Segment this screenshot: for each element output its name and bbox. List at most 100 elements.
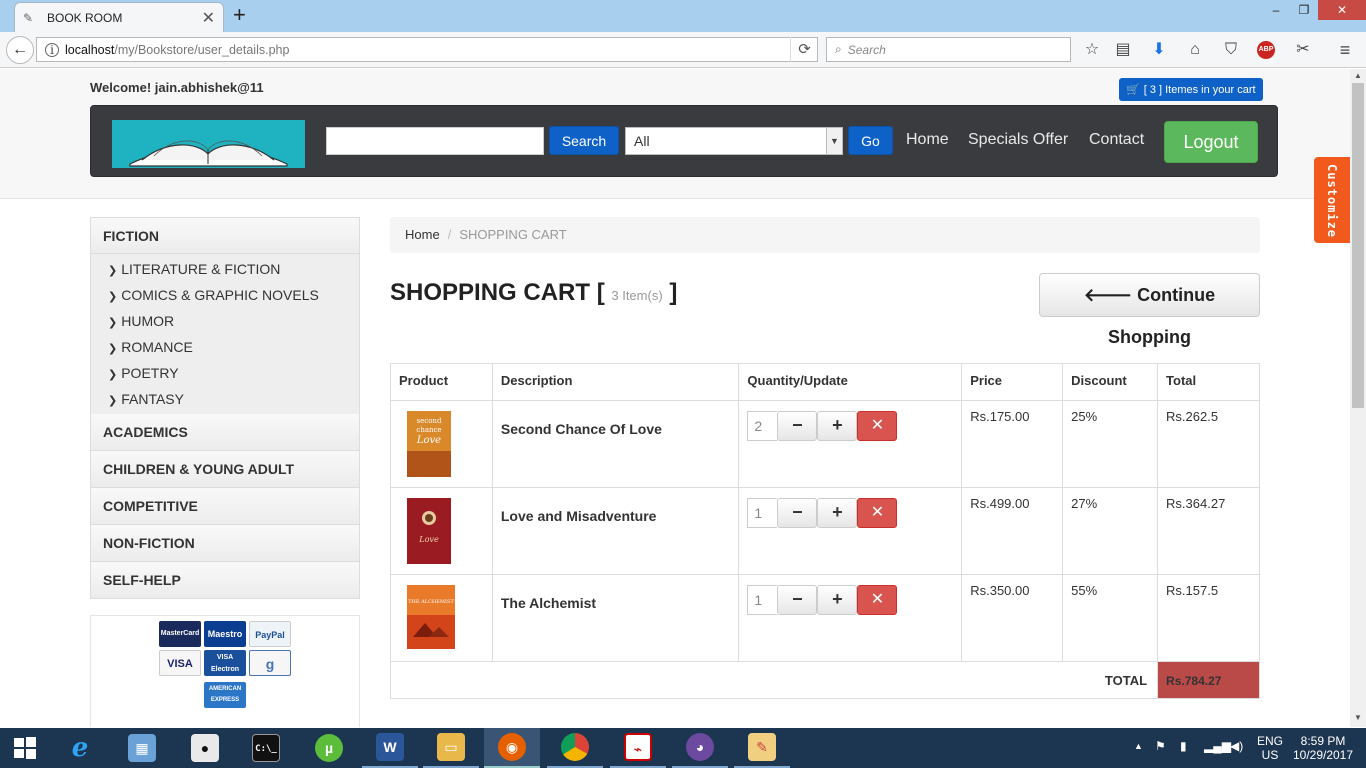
pocket-icon[interactable]: ⛉ (1220, 40, 1242, 60)
control-panel-icon[interactable]: ▦ (114, 728, 170, 768)
close-window-icon[interactable]: ✕ (1318, 0, 1366, 20)
acrobat-reader-icon[interactable]: ⌁ (610, 728, 666, 768)
category-select[interactable]: All ▼ (625, 127, 843, 155)
browser-tab[interactable]: ✎ BOOK ROOM ✕ (14, 2, 224, 32)
new-tab-icon[interactable]: + (233, 4, 246, 26)
product-cell: Love (390, 487, 493, 575)
show-hidden-icons-icon[interactable]: ▲ (1134, 741, 1143, 768)
bookmark-star-icon[interactable]: ☆ (1081, 40, 1103, 60)
payment-methods-panel: MasterCard Maestro PayPal VISA VISA Elec… (90, 615, 360, 727)
decrease-quantity-button[interactable]: − (777, 498, 818, 528)
customize-label: Customize (1325, 164, 1339, 239)
quantity-input[interactable]: 1 (747, 498, 778, 528)
book-cover-image[interactable]: Love (407, 498, 451, 564)
search-placeholder: Search (847, 42, 886, 57)
internet-explorer-icon[interactable]: e (52, 728, 108, 768)
search-button[interactable]: Search (549, 126, 619, 155)
site-info-icon[interactable]: i (45, 42, 59, 57)
subcategory-romance[interactable]: ❯ ROMANCE (91, 334, 359, 360)
category-fiction[interactable]: FICTION (90, 217, 360, 254)
subcategory-poetry[interactable]: ❯ POETRY (91, 360, 359, 386)
product-cell: second chance Love (390, 400, 493, 488)
site-search-input[interactable] (326, 127, 544, 155)
reload-icon[interactable]: ⟳ (790, 37, 818, 62)
category-competitive[interactable]: COMPETITIVE (90, 488, 360, 525)
book-cover-image[interactable]: second chance Love (407, 411, 451, 477)
remove-item-button[interactable]: ✕ (857, 498, 898, 528)
scroll-up-arrow-icon[interactable]: ▲ (1350, 71, 1366, 80)
logout-button[interactable]: Logout (1164, 121, 1258, 163)
cart-items-label: [ 3 ] Itemes in your cart (1143, 83, 1256, 96)
chevron-down-icon: ▼ (826, 128, 842, 154)
breadcrumb-separator: / (447, 227, 452, 242)
browser-search-input[interactable]: ⌕ Search (826, 37, 1071, 62)
minimize-window-icon[interactable]: – (1262, 0, 1290, 20)
subcategory-literature-fiction[interactable]: ❯ LITERATURE & FICTION (91, 256, 359, 282)
subcategory-fantasy[interactable]: ❯ FANTASY (91, 386, 359, 412)
nav-home-link[interactable]: Home (906, 131, 949, 149)
system-clock[interactable]: 8:59 PM 10/29/2017 (1290, 734, 1356, 768)
increase-quantity-button[interactable]: + (817, 411, 858, 441)
utorrent-icon[interactable]: µ (301, 728, 357, 768)
page-title: SHOPPING CART [ 3 Item(s) ] (390, 279, 677, 307)
scroll-down-arrow-icon[interactable]: ▼ (1350, 713, 1366, 722)
remove-item-button[interactable]: ✕ (857, 411, 898, 441)
reading-list-icon[interactable]: ▤ (1112, 40, 1134, 60)
close-tab-icon[interactable]: ✕ (202, 8, 215, 28)
address-bar[interactable]: i localhost /my/Bookstore/user_details.p… (36, 37, 818, 62)
product-title[interactable]: Second Chance Of Love (491, 400, 740, 488)
table-row: THE ALCHEMIST The Alchemist 1 − + ✕ Rs.3… (390, 574, 1260, 662)
cat-app-icon[interactable]: ◕ (672, 728, 728, 768)
page-scrollbar[interactable]: ▲ ▼ (1350, 69, 1366, 727)
screenshot-tool-icon[interactable]: ✂ (1292, 40, 1314, 60)
title-bracket-close: ] (669, 279, 678, 306)
decrease-quantity-button[interactable]: − (777, 585, 818, 615)
category-academics[interactable]: ACADEMICS (90, 414, 360, 451)
cart-item-count: 3 Item(s) (611, 288, 663, 303)
microsoft-word-icon[interactable]: W (362, 728, 418, 768)
maximize-window-icon[interactable]: ❐ (1290, 0, 1318, 20)
back-arrow-icon[interactable]: ← (6, 36, 34, 64)
command-prompt-icon[interactable]: C:\_ (238, 728, 294, 768)
chrome-icon[interactable] (547, 728, 603, 768)
input-language-indicator[interactable]: ENG US (1257, 734, 1283, 768)
book-room-logo[interactable] (112, 120, 305, 168)
category-children-young-adult[interactable]: CHILDREN & YOUNG ADULT (90, 451, 360, 488)
breadcrumb-home-link[interactable]: Home (405, 227, 440, 242)
increase-quantity-button[interactable]: + (817, 585, 858, 615)
subcategory-comics-graphic-novels[interactable]: ❯ COMICS & GRAPHIC NOVELS (91, 282, 359, 308)
go-button[interactable]: Go (848, 126, 893, 155)
cart-items-button[interactable]: 🛒 [ 3 ] Itemes in your cart (1119, 78, 1263, 101)
quantity-input[interactable]: 2 (747, 411, 778, 441)
subcategory-humor[interactable]: ❯ HUMOR (91, 308, 359, 334)
paint-icon[interactable]: ✎ (734, 728, 790, 768)
continue-shopping-button[interactable]: 🡐 Continue Shopping (1039, 273, 1260, 347)
home-icon[interactable]: ⌂ (1184, 40, 1206, 60)
apple-app-icon[interactable]: ● (177, 728, 233, 768)
scrollbar-thumb[interactable] (1352, 83, 1364, 408)
network-signal-icon[interactable]: ▂▄▆ (1204, 739, 1231, 768)
windows-start-icon[interactable] (0, 728, 50, 768)
product-title[interactable]: The Alchemist (491, 574, 740, 662)
clock-date: 10/29/2017 (1292, 748, 1354, 762)
firefox-icon[interactable]: ◉ (484, 728, 540, 768)
file-explorer-icon[interactable]: ▭ (423, 728, 479, 768)
nav-contact-link[interactable]: Contact (1089, 131, 1144, 149)
tab-title: BOOK ROOM (47, 10, 123, 25)
volume-icon[interactable]: ◀) (1230, 739, 1243, 768)
download-arrow-icon[interactable]: ⬇ (1148, 40, 1170, 60)
book-cover-image[interactable]: THE ALCHEMIST (407, 585, 455, 651)
battery-icon[interactable]: ▮ (1180, 739, 1187, 768)
category-self-help[interactable]: SELF-HELP (90, 562, 360, 599)
increase-quantity-button[interactable]: + (817, 498, 858, 528)
action-center-flag-icon[interactable]: ⚑ (1155, 739, 1166, 768)
category-non-fiction[interactable]: NON-FICTION (90, 525, 360, 562)
decrease-quantity-button[interactable]: − (777, 411, 818, 441)
remove-item-button[interactable]: ✕ (857, 585, 898, 615)
product-title[interactable]: Love and Misadventure (491, 487, 740, 575)
hamburger-menu-icon[interactable]: ≡ (1334, 40, 1356, 60)
nav-specials-offer-link[interactable]: Specials Offer (968, 131, 1068, 149)
quantity-input[interactable]: 1 (747, 585, 778, 615)
customize-tab[interactable]: Customize (1314, 157, 1350, 243)
adblock-plus-icon[interactable]: ABP (1257, 41, 1275, 59)
